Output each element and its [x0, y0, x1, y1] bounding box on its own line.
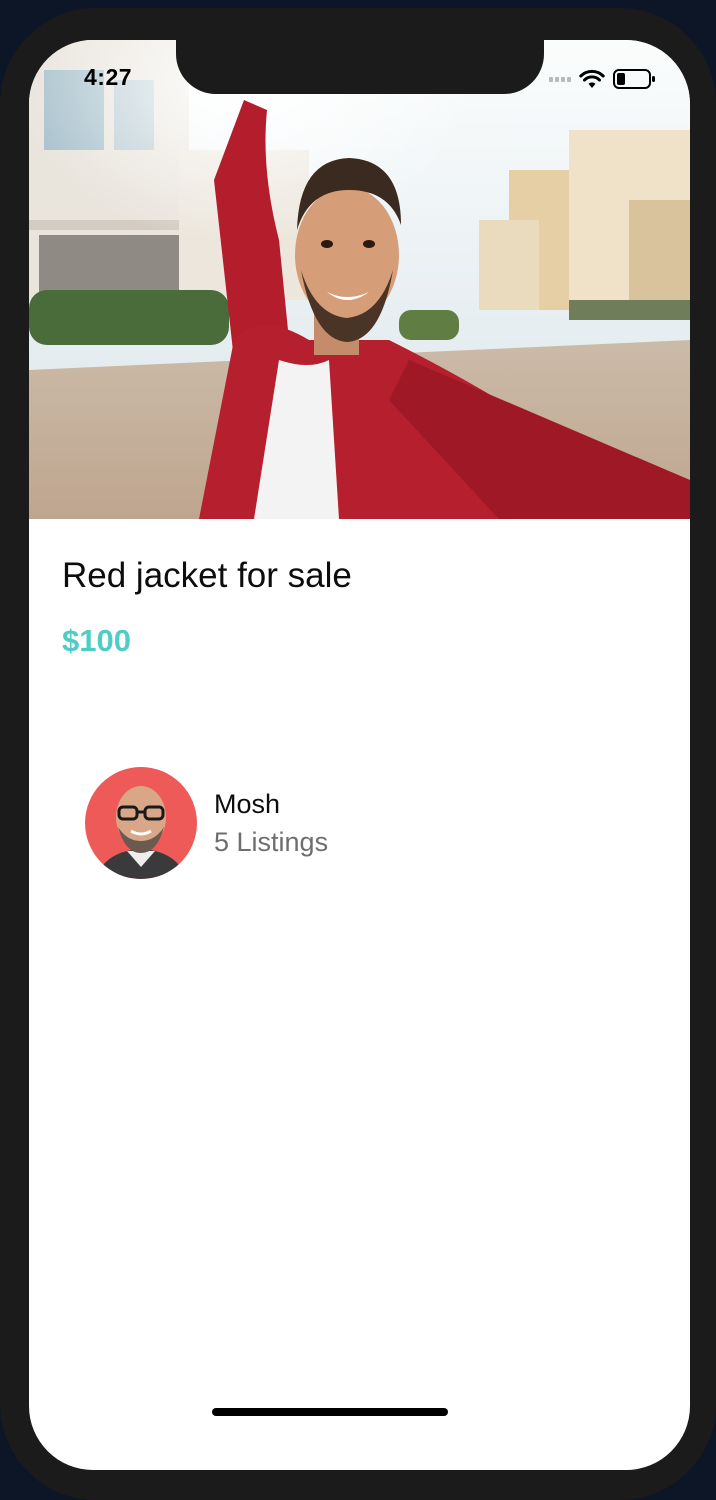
listing-image[interactable] — [29, 40, 690, 519]
seller-card[interactable]: Mosh 5 Listings — [85, 767, 328, 879]
seller-avatar-photo — [85, 767, 197, 879]
avatar[interactable] — [85, 767, 197, 879]
status-icons — [549, 68, 657, 90]
seller-listing-count: 5 Listings — [214, 827, 329, 857]
listing-price: $100 — [62, 623, 131, 658]
app-screen: Red jacket for sale $100 Mosh 5 Listings — [29, 40, 690, 1470]
device-notch — [176, 40, 544, 94]
seller-name: Mosh — [214, 789, 281, 819]
status-time: 4:27 — [84, 64, 133, 90]
listing-title: Red jacket for sale — [62, 556, 352, 595]
seller-info: Mosh 5 Listings — [214, 785, 328, 861]
cellular-signal-icon — [549, 76, 571, 82]
home-indicator[interactable] — [212, 1408, 448, 1416]
wifi-icon — [579, 69, 605, 88]
battery-icon — [613, 69, 655, 89]
listing-photo — [29, 40, 690, 519]
